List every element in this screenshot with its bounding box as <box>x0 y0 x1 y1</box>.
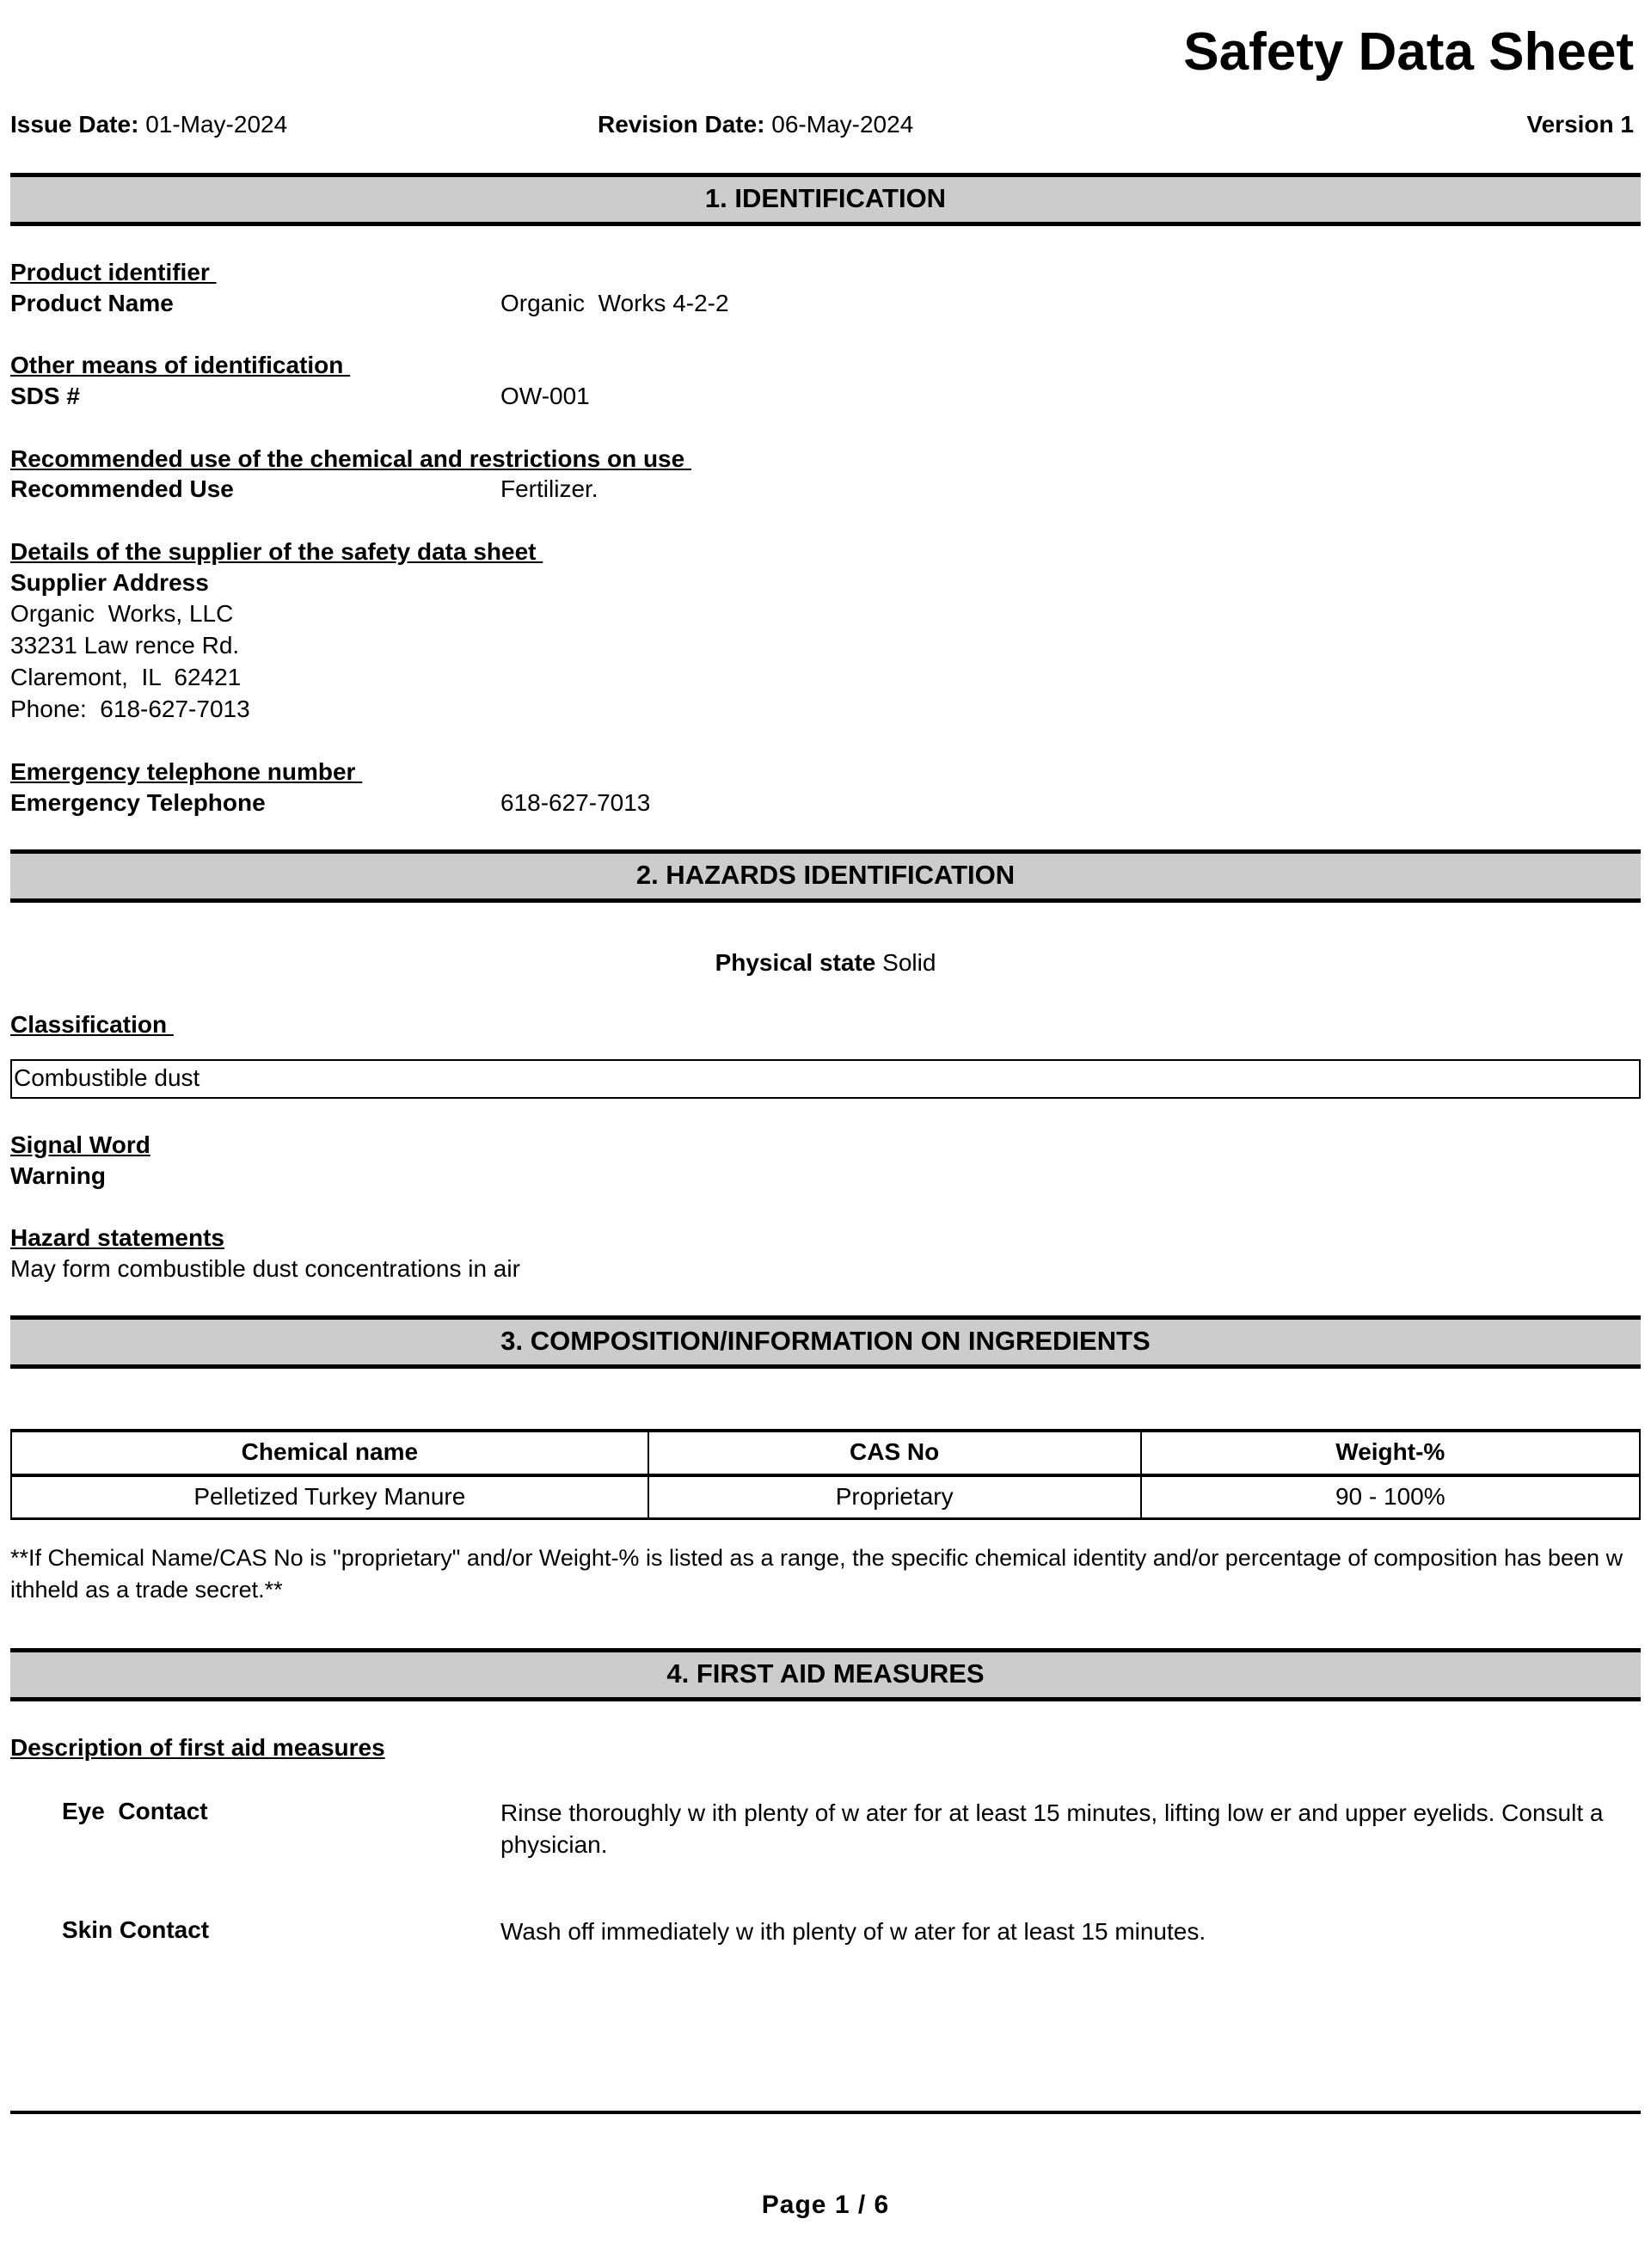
recommended-use-heading: Recommended use of the chemical and rest… <box>10 444 691 472</box>
supplier-phone-line: Phone: 618-627-7013 <box>10 695 250 722</box>
hazard-statements-value: May form combustible dust concentrations… <box>10 1254 520 1282</box>
product-name-row: Product Name Organic Works 4-2-2 <box>10 288 1641 319</box>
first-aid-measure-eye-contact: Eye Contact Rinse thoroughly w ith plent… <box>10 1798 1641 1858</box>
skin-contact-label: Skin Contact <box>62 1916 210 1944</box>
product-name-label: Product Name <box>10 289 174 316</box>
section-bar-first-aid: 4. FIRST AID MEASURES <box>10 1648 1641 1702</box>
supplier-address-line-3: Claremont, IL 62421 <box>10 663 242 690</box>
physical-state-row: Physical state Solid <box>10 947 1641 978</box>
hazard-statements-heading: Hazard statements <box>10 1224 224 1252</box>
sds-page: Safety Data Sheet Issue Date: 01-May-202… <box>0 0 1651 2268</box>
issue-date: Issue Date: 01-May-2024 <box>10 111 287 138</box>
recommended-use-row: Recommended Use Fertilizer. <box>10 474 1641 505</box>
table-header-row: Chemical name CAS No Weight-% <box>10 1429 1642 1477</box>
supplier-address-line-1: Organic Works, LLC <box>10 599 234 627</box>
supplier-details-heading: Details of the supplier of the safety da… <box>10 537 543 565</box>
emergency-telephone-value: 618-627-7013 <box>500 788 651 816</box>
composition-table: Chemical name CAS No Weight-% Pelletized… <box>10 1429 1642 1521</box>
section-bar-identification: 1. IDENTIFICATION <box>10 173 1641 227</box>
revision-date: Revision Date: 06-May-2024 <box>598 111 913 138</box>
identification-body: Product identifier Product Name Organic … <box>10 226 1641 837</box>
emergency-telephone-heading: Emergency telephone number <box>10 757 363 785</box>
recommended-use-value: Fertilizer. <box>500 475 598 503</box>
table-row: Pelletized Turkey Manure Proprietary 90 … <box>10 1474 1642 1521</box>
column-header-weight-percent: Weight-% <box>1139 1429 1642 1477</box>
physical-state-value: Solid <box>882 949 936 976</box>
section-bar-composition: 3. COMPOSITION/INFORMATION ON INGREDIENT… <box>10 1315 1641 1370</box>
sds-number-row: SDS # OW-001 <box>10 381 1641 412</box>
page-title: Safety Data Sheet <box>1183 22 1634 82</box>
revision-date-value: 06-May-2024 <box>771 111 914 138</box>
physical-state-label: Physical state <box>715 949 876 976</box>
skin-contact-text: Wash off immediately w ith plenty of w a… <box>500 1918 1206 1946</box>
sds-number-label: SDS # <box>10 383 80 410</box>
section-bar-hazards: 2. HAZARDS IDENTIFICATION <box>10 849 1641 903</box>
classification-heading: Classification <box>10 1011 174 1039</box>
page-number: Page 1 / 6 <box>761 2191 890 2219</box>
column-header-cas-no: CAS No <box>647 1429 1142 1477</box>
first-aid-description-heading: Description of first aid measures <box>10 1734 385 1762</box>
classification-box: Combustible dust <box>10 1059 1641 1099</box>
emergency-telephone-row: Emergency Telephone 618-627-7013 <box>10 788 1641 818</box>
supplier-address-line-2: 33231 Law rence Rd. <box>10 631 240 659</box>
signal-word-heading: Signal Word <box>10 1131 150 1158</box>
product-name-value: Organic Works 4-2-2 <box>500 289 729 316</box>
version: Version 1 <box>1526 111 1634 138</box>
issue-date-label: Issue Date: <box>10 111 139 138</box>
version-label: Version <box>1526 111 1614 138</box>
footer-divider <box>10 2111 1641 2114</box>
other-means-heading: Other means of identification <box>10 352 351 379</box>
cell-chemical-name: Pelletized Turkey Manure <box>10 1474 649 1521</box>
cell-cas-no: Proprietary <box>647 1474 1142 1521</box>
revision-date-label: Revision Date: <box>598 111 765 138</box>
sds-number-value: OW-001 <box>500 383 590 410</box>
cell-weight-percent: 90 - 100% <box>1139 1474 1642 1521</box>
composition-body: Chemical name CAS No Weight-% Pelletized… <box>10 1369 1642 1636</box>
document-meta-row: Issue Date: 01-May-2024 Revision Date: 0… <box>10 111 1641 161</box>
issue-date-value: 01-May-2024 <box>145 111 288 138</box>
hazards-body: Physical state Solid Classification Comb… <box>10 903 1641 1303</box>
version-value: 1 <box>1620 111 1634 138</box>
column-header-chemical-name: Chemical name <box>10 1429 649 1477</box>
eye-contact-text: Rinse thoroughly w ith plenty of w ater … <box>500 1799 1604 1859</box>
first-aid-measure-skin-contact: Skin Contact Wash off immediately w ith … <box>10 1916 1641 1961</box>
eye-contact-label: Eye Contact <box>62 1798 208 1825</box>
first-aid-body: Description of first aid measures Eye Co… <box>10 1701 1641 1961</box>
emergency-telephone-label: Emergency Telephone <box>10 788 266 816</box>
supplier-address-label: Supplier Address <box>10 568 209 596</box>
recommended-use-label: Recommended Use <box>10 475 234 503</box>
signal-word-value: Warning <box>10 1162 106 1189</box>
composition-footnote: **If Chemical Name/CAS No is "proprietar… <box>10 1545 1623 1603</box>
product-identifier-heading: Product identifier <box>10 259 217 286</box>
